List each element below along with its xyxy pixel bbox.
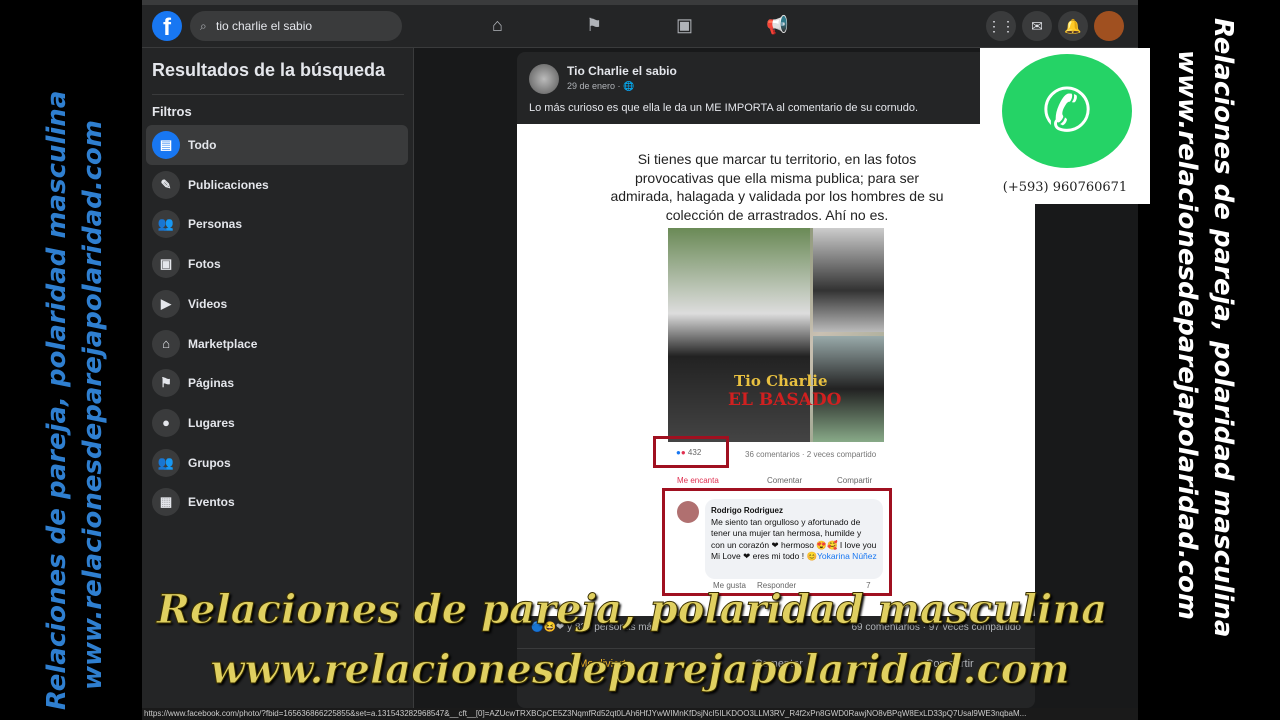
megaphone-icon[interactable]: 📢 (766, 15, 788, 36)
author-avatar[interactable] (529, 64, 559, 94)
home-icon[interactable]: ⌂ (492, 15, 503, 36)
filters-label: Filtros (152, 104, 192, 119)
comment-author: Rodrigo Rodriguez (711, 506, 783, 515)
sidebar-item-eventos[interactable]: ▦ Eventos (146, 482, 408, 522)
page-title: Resultados de la búsqueda (152, 60, 386, 80)
sidebar-item-fotos[interactable]: ▣ Fotos (146, 244, 408, 284)
sidebar-item-label: Páginas (188, 376, 235, 391)
sidebar-item-marketplace[interactable]: ⌂ Marketplace (146, 324, 408, 364)
likes-count-highlight: ●● 432 (653, 436, 729, 468)
comment-bubble: Rodrigo Rodriguez Me siento tan orgulloso… (705, 499, 883, 579)
watermark-name: Tio Charlie (734, 372, 828, 390)
whatsapp-badge: ✆ (+593) 960760671 (980, 48, 1150, 204)
filter-icon: ✎ (152, 170, 180, 199)
filter-icon: ▦ (152, 488, 180, 517)
image-action-comment: Comentar (767, 476, 803, 485)
filter-icon: ⌂ (152, 329, 180, 358)
sidebar-item-label: Personas (188, 217, 243, 232)
sidebar-item-grupos[interactable]: 👥 Grupos (146, 443, 408, 483)
sidebar-item-label: Fotos (188, 257, 221, 272)
search-value: tio charlie el sabio (216, 19, 313, 33)
filter-icon: ▤ (152, 131, 180, 159)
image-stats: 36 comentarios · 2 veces compartido (745, 450, 877, 459)
filter-icon: ▣ (152, 250, 180, 279)
sidebar-item-todo[interactable]: ▤ Todo (146, 125, 408, 165)
post-author[interactable]: Tio Charlie el sabio (567, 64, 677, 78)
comment-highlight: Rodrigo Rodriguez Me siento tan orgulloso… (662, 488, 892, 596)
status-bar-url: https://www.facebook.com/photo/?fbid=165… (142, 708, 1138, 720)
top-bar: f ⌕ tio charlie el sabio ⌂ ⚑ ▣ 📢 ⋮⋮ ✉ 🔔 (142, 5, 1138, 48)
sidebar-item-label: Marketplace (188, 336, 258, 351)
image-action-love: Me encanta (677, 476, 719, 485)
overlay-url: www.relacionesdeparejapolaridad.com (210, 646, 1071, 694)
sidebar-item-label: Todo (188, 138, 217, 152)
sidebar-item-lugares[interactable]: ● Lugares (146, 403, 408, 443)
whatsapp-icon: ✆ (1002, 54, 1132, 168)
search-icon: ⌕ (200, 19, 207, 33)
flag-icon[interactable]: ⚑ (586, 15, 602, 36)
sidebar-item-label: Videos (188, 296, 228, 311)
filter-icon: ▶ (152, 289, 180, 318)
sidebar-item-publicaciones[interactable]: ✎ Publicaciones (146, 165, 408, 205)
post-text: Lo más curioso es que ella le da un ME I… (529, 102, 919, 114)
profile-avatar[interactable] (1094, 11, 1124, 41)
commenter-avatar (677, 501, 699, 523)
photo-collage: Tio Charlie EL BASADO (668, 228, 884, 442)
search-input[interactable]: ⌕ tio charlie el sabio (190, 11, 402, 41)
post-date[interactable]: 29 de enero · 🌐 (567, 81, 634, 92)
photo-top-right (813, 228, 884, 332)
menu-grid-icon[interactable]: ⋮⋮ (986, 11, 1016, 41)
likes-count: 432 (687, 448, 702, 457)
side-text-right-2: www.relacionesdeparejapolaridad.com (1172, 50, 1202, 620)
image-action-share: Compartir (837, 476, 873, 485)
bell-icon[interactable]: 🔔 (1058, 11, 1088, 41)
filter-icon: 👥 (152, 210, 180, 239)
messenger-icon[interactable]: ✉ (1022, 11, 1052, 41)
divider (152, 94, 404, 95)
overlay-title: Relaciones de pareja, polaridad masculin… (156, 586, 1108, 634)
sidebar-item-label: Publicaciones (188, 177, 269, 192)
filter-icon: 👥 (152, 448, 180, 477)
side-text-right-1: Relaciones de pareja, polaridad masculin… (1208, 18, 1238, 638)
image-quote: Si tienes que marcar tu territorio, en l… (610, 151, 944, 223)
watermark-label: EL BASADO (728, 390, 842, 410)
facebook-logo-icon[interactable]: f (152, 11, 182, 41)
post-image[interactable]: Si tienes que marcar tu territorio, en l… (517, 124, 1035, 616)
filter-icon: ⚑ (152, 369, 180, 398)
sidebar-item-label: Lugares (188, 415, 235, 430)
sidebar-item-videos[interactable]: ▶ Videos (146, 284, 408, 324)
sidebar-item-label: Eventos (188, 495, 235, 510)
video-icon[interactable]: ▣ (676, 15, 693, 36)
comment-mention: Yokarina Núñez (817, 551, 877, 561)
sidebar-item-personas[interactable]: 👥 Personas (146, 204, 408, 244)
sidebar-item-label: Grupos (188, 455, 231, 470)
filter-icon: ● (152, 408, 180, 437)
whatsapp-phone: (+593) 960760671 (1002, 180, 1128, 195)
love-reaction-icon: ● (680, 448, 686, 457)
sidebar-item-páginas[interactable]: ⚑ Páginas (146, 363, 408, 403)
